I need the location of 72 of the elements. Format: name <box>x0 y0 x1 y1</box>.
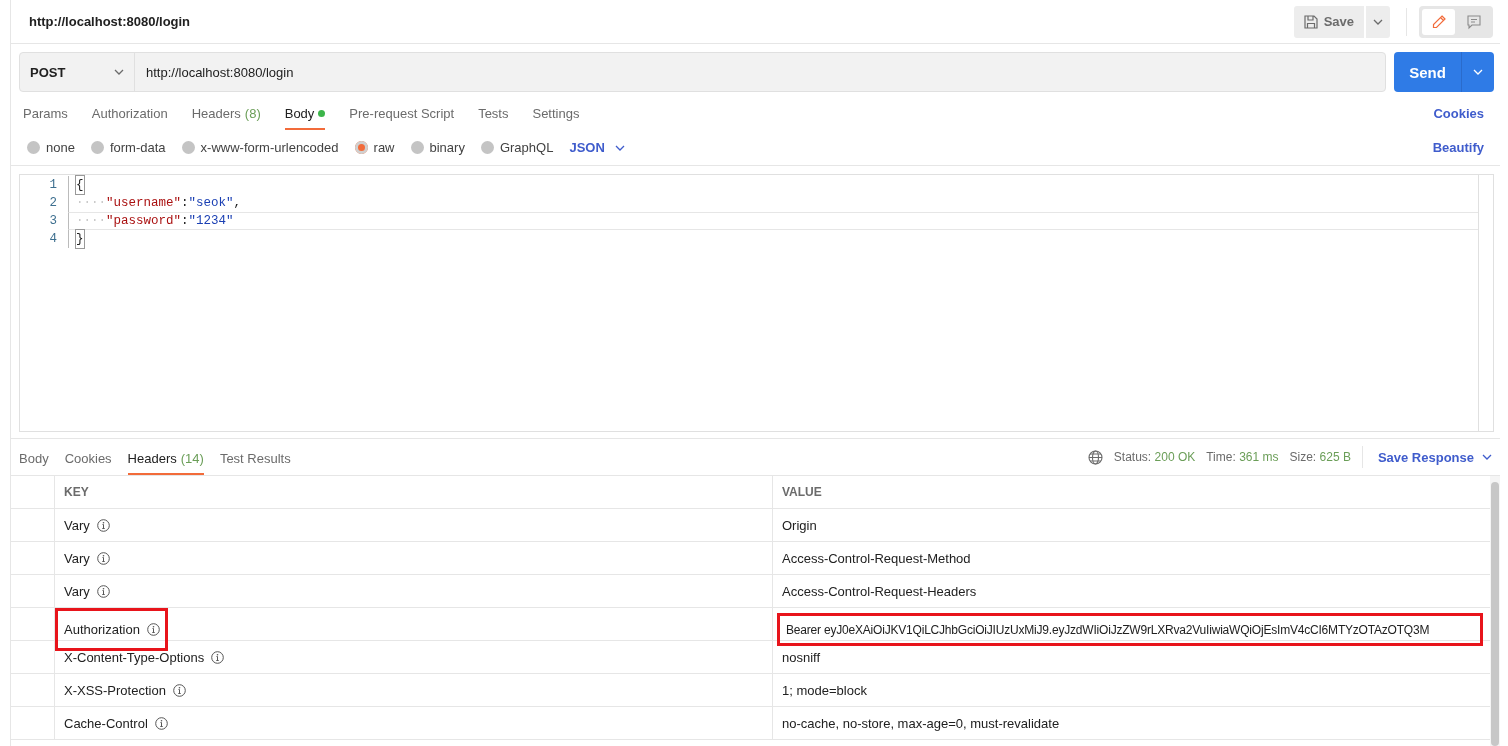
info-icon[interactable] <box>154 716 168 730</box>
tab[interactable]: Tests <box>478 92 509 130</box>
header-key: Authorization <box>64 622 140 637</box>
response-stat: Size: 625 B <box>1289 450 1351 464</box>
code-editor[interactable]: 1 2 3 4 { ····"username":"seok", ····"password":"1234" } <box>19 174 1494 432</box>
tab[interactable]: Cookies <box>64 439 112 475</box>
save-button[interactable]: Save <box>1293 5 1364 38</box>
column-header: KEY <box>64 485 89 499</box>
line-number: 3 <box>48 213 58 230</box>
caret-icon <box>1482 454 1492 460</box>
caret-icon <box>114 69 124 75</box>
tab[interactable]: Authorization <box>91 92 168 130</box>
info-icon[interactable] <box>96 551 110 565</box>
scrollbar-thumb[interactable] <box>1491 482 1499 746</box>
tab[interactable]: Settings <box>532 92 580 130</box>
caret-icon <box>1473 69 1483 75</box>
header-value: Origin <box>782 517 817 533</box>
radio-option[interactable]: x-www-form-urlencoded <box>181 140 339 155</box>
radio-option[interactable]: form-data <box>90 140 166 155</box>
tab[interactable]: Test Results <box>219 439 291 475</box>
header-key: X-Content-Type-Options <box>64 649 205 665</box>
beautify-link[interactable]: Beautify <box>1432 140 1484 155</box>
header-value: Access-Control-Request-Headers <box>782 583 977 599</box>
tab[interactable]: Body <box>284 92 326 130</box>
tab[interactable]: Params <box>23 92 68 130</box>
info-icon[interactable] <box>96 518 110 532</box>
cookies-link[interactable]: Cookies <box>1433 105 1484 121</box>
header-value: nosniff <box>782 649 821 665</box>
info-icon[interactable] <box>96 584 110 598</box>
caret-icon <box>614 144 625 151</box>
info-icon[interactable] <box>211 650 225 664</box>
header-key: Vary <box>64 517 90 533</box>
save-response-button[interactable]: Save Response <box>1377 449 1492 465</box>
request-title: http://localhost:8080/login <box>29 14 192 29</box>
column-header: VALUE <box>782 485 822 499</box>
code-line: { <box>68 176 1478 194</box>
radio-option[interactable]: binary <box>410 140 465 155</box>
response-stat: Time: 361 ms <box>1206 450 1279 464</box>
method-dropdown[interactable]: POST <box>20 53 135 91</box>
header-value: Bearer eyJ0eXAiOiJKV1QiLCJhbGciOiJIUzUxMiJ9.eyJzdWIiOiJzZW9rLXRva2VuIiwiaWQiOjEsImV4cCI6MTYzOTAzOTQ3M <box>786 622 1430 637</box>
code-line: ····"username":"seok", <box>68 194 1478 212</box>
header-key: Vary <box>64 550 90 566</box>
globe-icon <box>1087 449 1103 465</box>
code-line: ····"password":"1234" <box>68 212 1478 230</box>
tab[interactable]: Body <box>19 439 49 475</box>
response-stat: Status: 200 OK <box>1113 450 1196 464</box>
radio-option[interactable]: raw <box>354 140 395 155</box>
code-line: } <box>68 230 1478 248</box>
caret-icon <box>1373 18 1383 25</box>
header-key: X-XSS-Protection <box>64 682 166 698</box>
tab[interactable]: Headers (14) <box>127 439 204 475</box>
speech-bubble-icon <box>1465 13 1482 30</box>
header-key: Cache-Control <box>64 715 148 731</box>
info-icon[interactable] <box>146 623 160 636</box>
header-value: no-cache, no-store, max-age=0, must-revalidate <box>782 715 1060 731</box>
pencil-icon <box>1430 13 1447 30</box>
radio-option[interactable]: none <box>27 140 75 155</box>
edit-mode-button[interactable] <box>1422 8 1455 35</box>
tab[interactable]: Headers (8) <box>191 92 261 130</box>
url-field[interactable]: http://localhost:8080/login <box>135 53 1385 91</box>
line-number: 1 <box>48 177 58 194</box>
tab[interactable]: Pre-request Script <box>349 92 455 130</box>
radio-option[interactable]: GraphQL <box>480 140 554 155</box>
url-bar[interactable]: POST http://localhost:8080/login <box>19 52 1386 92</box>
method-label: POST <box>30 64 66 80</box>
header-value: Access-Control-Request-Method <box>782 550 971 566</box>
line-number: 4 <box>48 231 58 248</box>
header-key: Vary <box>64 583 90 599</box>
format-dropdown[interactable]: JSON <box>569 140 625 155</box>
info-icon[interactable] <box>172 683 186 697</box>
line-number: 2 <box>48 195 58 212</box>
header-value: 1; mode=block <box>782 682 867 698</box>
